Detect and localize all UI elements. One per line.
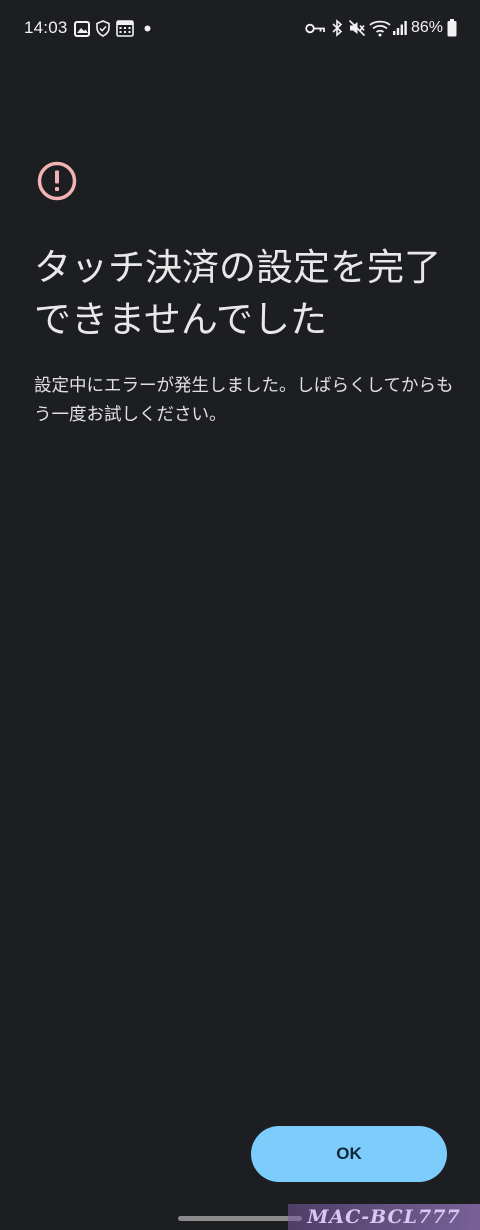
home-indicator[interactable]: [178, 1216, 302, 1221]
dialog-title: タッチ決済の設定を完了できませんでした: [34, 246, 441, 341]
notification-dot-icon: [144, 25, 151, 32]
dialog-message: 設定中にエラーが発生しました。しばらくしてからもう一度お試しください。: [34, 376, 454, 425]
watermark-logo: MAC-BCL777: [288, 1204, 480, 1230]
shield-icon: [96, 20, 110, 37]
bluetooth-icon: [332, 19, 343, 37]
battery-percent: 86%: [411, 19, 444, 36]
key-icon: [305, 23, 325, 34]
status-time: 14:03: [24, 18, 68, 37]
alert-circle-icon: [37, 161, 77, 201]
battery-icon: [447, 19, 457, 37]
ok-button[interactable]: OK: [251, 1126, 447, 1182]
signal-icon: [393, 21, 407, 35]
wifi-icon: [369, 20, 391, 37]
calendar-icon: [116, 20, 134, 37]
gallery-icon: [74, 21, 90, 37]
mute-icon: [348, 19, 366, 37]
status-bar: 14:03 86%: [0, 0, 480, 58]
